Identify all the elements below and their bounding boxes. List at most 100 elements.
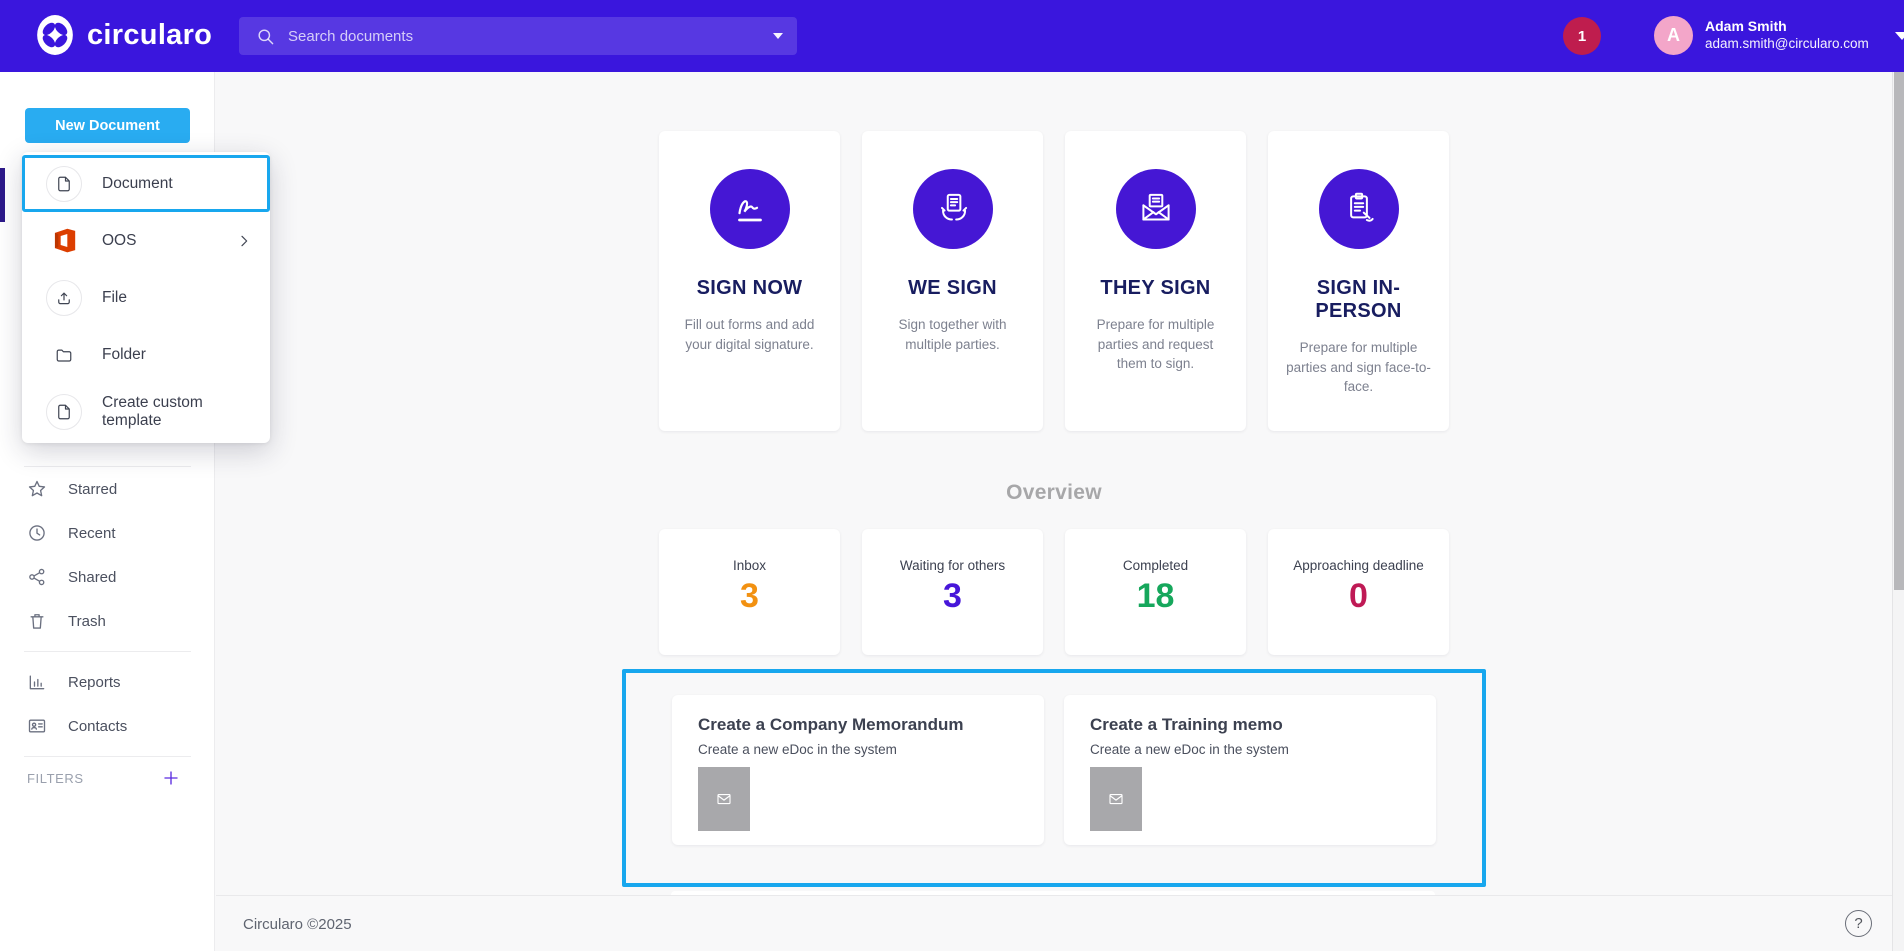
sidebar-item-starred[interactable]: Starred (0, 467, 215, 511)
sign-in-person-card[interactable]: SIGN IN-PERSON Prepare for multiple part… (1268, 131, 1449, 431)
circularo-logo-icon (34, 14, 76, 56)
overview-heading: Overview (659, 481, 1449, 505)
templates-highlight-region: Create a Company Memorandum Create a new… (622, 669, 1486, 887)
sidebar-item-recent[interactable]: Recent (0, 511, 215, 555)
template-subtitle: Create a new eDoc in the system (1090, 742, 1436, 757)
chevron-right-icon (236, 233, 252, 249)
user-menu-caret-icon[interactable] (1895, 32, 1904, 40)
stat-card-inbox[interactable]: Inbox 3 (659, 529, 840, 655)
notification-badge[interactable]: 1 (1563, 17, 1601, 55)
they-sign-card[interactable]: THEY SIGN Prepare for multiple parties a… (1065, 131, 1246, 431)
sidebar-item-label: Starred (68, 481, 117, 498)
menu-item-label: Document (102, 175, 252, 193)
sign-card-description: Fill out forms and add your digital sign… (675, 315, 824, 354)
filters-label: FILTERS (27, 771, 162, 786)
sidebar-item-shared[interactable]: Shared (0, 555, 215, 599)
star-icon (27, 479, 47, 499)
new-document-button[interactable]: New Document (25, 108, 190, 143)
stat-label: Completed (1065, 558, 1246, 573)
file-icon (46, 166, 82, 202)
menu-item-document[interactable]: Document (22, 155, 270, 212)
brand[interactable]: circularo (34, 14, 212, 56)
search-scope-caret-icon[interactable] (773, 33, 783, 39)
contact-card-icon (27, 716, 47, 736)
stat-label: Inbox (659, 558, 840, 573)
search-icon (256, 27, 275, 46)
template-card-training-memo[interactable]: Create a Training memo Create a new eDoc… (1064, 695, 1436, 845)
sign-card-description: Sign together with multiple parties. (878, 315, 1027, 354)
office-icon (46, 223, 82, 259)
sidebar-item-label: Reports (68, 674, 121, 691)
sidebar-item-label: Recent (68, 525, 116, 542)
stat-value: 3 (862, 577, 1043, 616)
menu-item-file[interactable]: File (22, 269, 270, 326)
template-title: Create a Training memo (1090, 715, 1436, 735)
sign-card-description: Prepare for multiple parties and sign fa… (1284, 338, 1433, 397)
upload-icon (46, 280, 82, 316)
stat-card-waiting-for-others[interactable]: Waiting for others 3 (862, 529, 1043, 655)
stat-value: 18 (1065, 577, 1246, 616)
filters-section: FILTERS (0, 757, 215, 799)
sign-card-description: Prepare for multiple parties and request… (1081, 315, 1230, 374)
active-nav-indicator (0, 168, 5, 222)
stat-label: Approaching deadline (1268, 558, 1449, 573)
share-icon (27, 567, 47, 587)
user-name: Adam Smith (1705, 18, 1869, 36)
menu-item-label: Folder (102, 346, 252, 364)
we-sign-icon (913, 169, 993, 249)
footer-copyright: Circularo ©2025 (243, 916, 352, 933)
folder-icon (46, 337, 82, 373)
they-sign-envelope-icon (1116, 169, 1196, 249)
help-button[interactable]: ? (1845, 910, 1872, 937)
menu-item-create-custom-template[interactable]: Create custom template (22, 383, 270, 440)
template-thumbnail (1090, 767, 1142, 831)
sign-actions-row: SIGN NOW Fill out forms and add your dig… (659, 131, 1449, 431)
sidebar-item-label: Shared (68, 569, 116, 586)
trash-icon (27, 611, 47, 631)
sidebar-item-label: Trash (68, 613, 106, 630)
vertical-scrollbar[interactable] (1892, 72, 1904, 951)
sidebar-item-reports[interactable]: Reports (0, 660, 215, 704)
sidebar-item-contacts[interactable]: Contacts (0, 704, 215, 748)
template-title: Create a Company Memorandum (698, 715, 1044, 735)
clock-icon (27, 523, 47, 543)
signature-icon (710, 169, 790, 249)
template-card-company-memorandum[interactable]: Create a Company Memorandum Create a new… (672, 695, 1044, 845)
menu-item-label: File (102, 289, 252, 307)
sign-card-title: THEY SIGN (1079, 277, 1232, 300)
search-bar[interactable] (239, 17, 797, 55)
search-input[interactable] (288, 28, 773, 45)
template-subtitle: Create a new eDoc in the system (698, 742, 1044, 757)
add-filter-button[interactable] (162, 769, 180, 787)
stat-label: Waiting for others (862, 558, 1043, 573)
new-document-menu: Document OOS File Folder (22, 152, 270, 443)
stat-card-approaching-deadline[interactable]: Approaching deadline 0 (1268, 529, 1449, 655)
sidebar-nav: Starred Recent Shared Trash (0, 466, 215, 799)
stat-card-completed[interactable]: Completed 18 (1065, 529, 1246, 655)
avatar: A (1654, 16, 1693, 55)
sign-now-card[interactable]: SIGN NOW Fill out forms and add your dig… (659, 131, 840, 431)
user-menu[interactable]: A Adam Smith adam.smith@circularo.com (1654, 16, 1904, 55)
menu-item-label: Create custom template (102, 394, 252, 430)
menu-item-folder[interactable]: Folder (22, 326, 270, 383)
sidebar-item-trash[interactable]: Trash (0, 599, 215, 643)
bar-chart-icon (27, 672, 47, 692)
menu-item-oos[interactable]: OOS (22, 212, 270, 269)
clipboard-hand-icon (1319, 169, 1399, 249)
footer-divider (216, 895, 1892, 896)
template-thumbnail (698, 767, 750, 831)
sign-card-title: SIGN NOW (673, 277, 826, 300)
brand-name: circularo (87, 19, 212, 52)
overview-stats-row: Inbox 3 Waiting for others 3 Completed 1… (659, 529, 1449, 655)
file-icon (46, 394, 82, 430)
we-sign-card[interactable]: WE SIGN Sign together with multiple part… (862, 131, 1043, 431)
scrollbar-thumb[interactable] (1894, 72, 1904, 590)
user-email: adam.smith@circularo.com (1705, 36, 1869, 53)
main-content: SIGN NOW Fill out forms and add your dig… (216, 72, 1892, 951)
sign-card-title: SIGN IN-PERSON (1282, 277, 1435, 323)
sign-card-title: WE SIGN (876, 277, 1029, 300)
stat-value: 0 (1268, 577, 1449, 616)
envelope-icon (1107, 790, 1125, 808)
stat-value: 3 (659, 577, 840, 616)
sidebar-item-label: Contacts (68, 718, 127, 735)
